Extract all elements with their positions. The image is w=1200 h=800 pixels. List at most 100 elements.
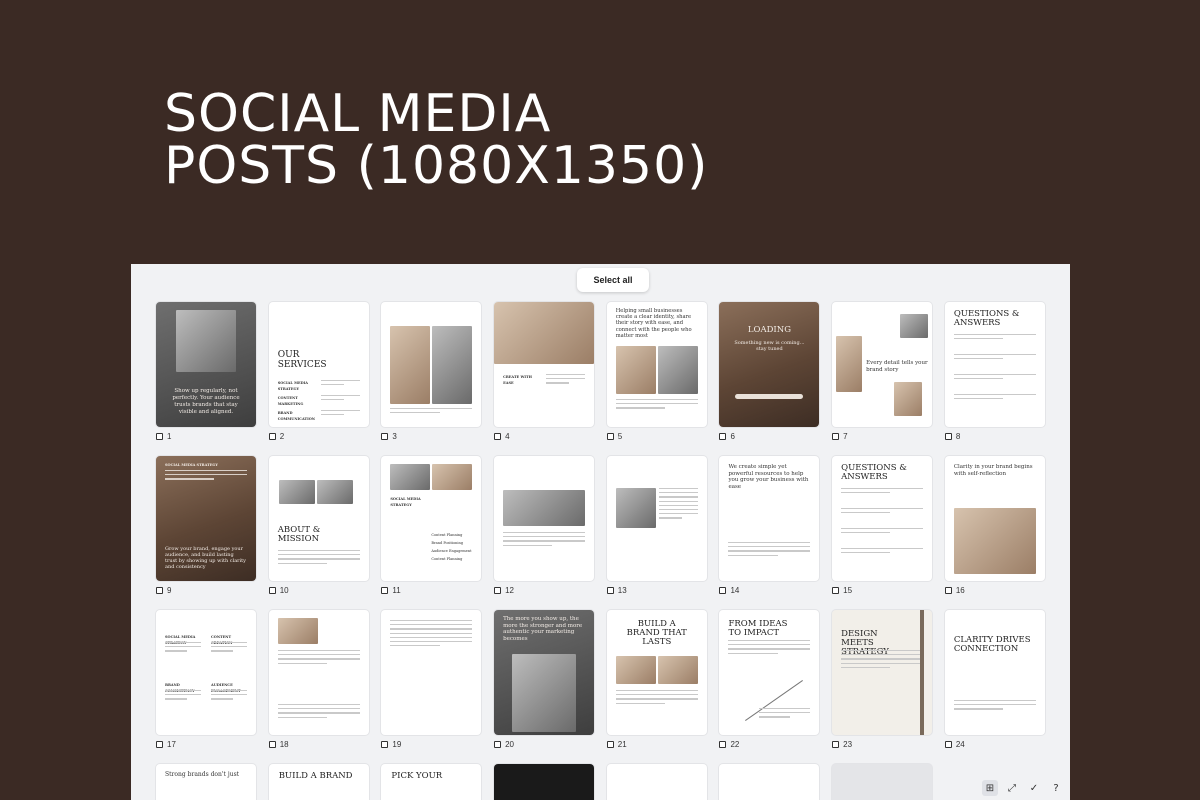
page-select-checkbox-icon[interactable]	[381, 741, 389, 748]
page-preview[interactable]: Helping small businesses create a clear …	[606, 302, 707, 427]
page-thumbnail[interactable]: DESIGN MEETS STRATEGY 23	[832, 610, 933, 764]
post-caption: CREATE WITH EASE	[503, 375, 532, 385]
page-preview[interactable]: DESIGN MEETS STRATEGY	[832, 610, 933, 735]
page-preview[interactable]: CLARITY DRIVES CONNECTION	[944, 610, 1045, 735]
expand-icon[interactable]: ⤢	[1004, 780, 1020, 796]
page-preview[interactable]: BUILD A BRAND THAT LASTS	[606, 610, 707, 735]
page-thumbnail[interactable]: We create simple yet powerful resources …	[719, 456, 820, 610]
page-preview-partial[interactable]: Strong brands don't just	[156, 764, 256, 800]
page-select-checkbox-icon[interactable]	[156, 587, 163, 594]
page-label: 12	[494, 586, 514, 595]
page-label: 17	[156, 740, 176, 749]
page-thumbnail[interactable]: SOCIAL MEDIA STRATEGY Content Planning Bra…	[381, 456, 482, 610]
page-select-checkbox-icon[interactable]	[494, 587, 502, 594]
page-select-checkbox-icon[interactable]	[719, 433, 727, 440]
page-thumbnail[interactable]: Clarity in your brand begins with self-r…	[944, 456, 1045, 610]
page-thumbnail[interactable]: OUR SERVICES SOCIAL MEDIA STRATEGY CONTENT…	[268, 302, 369, 456]
page-thumbnail[interactable]: 19	[381, 610, 482, 764]
text-lines	[320, 395, 360, 403]
page-preview-partial[interactable]: BUILD A BRAND	[268, 764, 369, 800]
page-select-checkbox-icon[interactable]	[268, 587, 276, 594]
page-preview[interactable]: ABOUT & MISSION	[268, 456, 369, 581]
page-select-checkbox-icon[interactable]	[156, 741, 163, 748]
page-select-checkbox-icon[interactable]	[944, 587, 952, 594]
page-thumbnail[interactable]: CREATE WITH EASE 4	[494, 302, 595, 456]
text-lines	[320, 380, 360, 388]
page-preview[interactable]: FROM IDEAS TO IMPACT	[719, 610, 820, 735]
post-title: OUR SERVICES	[277, 350, 327, 370]
post-title: BUILD A BRAND THAT LASTS	[626, 619, 687, 647]
page-thumbnail[interactable]: Helping small businesses create a clear …	[606, 302, 707, 456]
page-select-checkbox-icon[interactable]	[156, 433, 163, 440]
post-title: CLARITY DRIVES CONNECTION	[953, 635, 1031, 654]
page-thumbnail[interactable]: QUESTIONS & ANSWERS 8	[944, 302, 1045, 456]
page-select-checkbox-icon[interactable]	[606, 741, 614, 748]
page-thumbnail[interactable]: QUESTIONS & ANSWERS 15	[832, 456, 933, 610]
page-thumbnail[interactable]: SOCIAL MEDIA STRATEGY Grow your brand, en…	[156, 456, 256, 610]
page-preview-partial[interactable]: PICK YOUR	[381, 764, 482, 800]
page-preview[interactable]	[381, 302, 482, 427]
check-circle-icon[interactable]: ✓	[1026, 780, 1042, 796]
grid-view-icon[interactable]: ⊞	[982, 780, 998, 796]
page-preview[interactable]: QUESTIONS & ANSWERS	[832, 456, 933, 581]
page-preview[interactable]: Show up regularly, not perfectly. Your a…	[156, 302, 256, 427]
page-thumbnail[interactable]: 3	[381, 302, 482, 456]
page-preview[interactable]: SOCIAL MEDIA STRATEGYCONTENT CREATIONBRA…	[156, 610, 256, 735]
page-select-checkbox-icon[interactable]	[381, 433, 389, 440]
page-select-checkbox-icon[interactable]	[494, 741, 502, 748]
page-thumbnail[interactable]: Every detail tells your brand story 7	[832, 302, 933, 456]
page-select-checkbox-icon[interactable]	[268, 741, 276, 748]
page-preview[interactable]: OUR SERVICES SOCIAL MEDIA STRATEGY CONTENT…	[268, 302, 369, 427]
page-preview[interactable]: SOCIAL MEDIA STRATEGY Grow your brand, en…	[156, 456, 256, 581]
page-thumbnail[interactable]: CLARITY DRIVES CONNECTION 24	[944, 610, 1045, 764]
page-select-checkbox-icon[interactable]	[268, 433, 276, 440]
page-preview[interactable]	[268, 610, 369, 735]
page-select-checkbox-icon[interactable]	[944, 741, 952, 748]
page-thumbnail[interactable]: SOCIAL MEDIA STRATEGYCONTENT CREATIONBRA…	[156, 610, 256, 764]
page-preview[interactable]	[606, 456, 707, 581]
page-select-checkbox-icon[interactable]	[719, 741, 727, 748]
page-thumbnail[interactable]: Show up regularly, not perfectly. Your a…	[156, 302, 256, 456]
page-select-checkbox-icon[interactable]	[832, 433, 840, 440]
page-preview[interactable]: SOCIAL MEDIA STRATEGY Content Planning Bra…	[381, 456, 482, 581]
select-all-button[interactable]: Select all	[577, 268, 649, 292]
post-title: PICK YOUR	[391, 771, 443, 781]
page-select-checkbox-icon[interactable]	[944, 433, 952, 440]
page-select-checkbox-icon[interactable]	[606, 433, 614, 440]
page-preview-partial[interactable]	[832, 764, 933, 800]
page-select-checkbox-icon[interactable]	[719, 587, 727, 594]
page-select-checkbox-icon[interactable]	[832, 741, 840, 748]
text-lines	[211, 642, 247, 655]
help-icon[interactable]: ?	[1048, 780, 1064, 796]
page-preview[interactable]	[494, 456, 595, 581]
page-select-checkbox-icon[interactable]	[494, 433, 502, 440]
page-thumbnail[interactable]: BUILD A BRAND THAT LASTS 21	[606, 610, 707, 764]
page-thumbnail[interactable]: 12	[494, 456, 595, 610]
page-number: 9	[167, 586, 172, 595]
page-preview[interactable]: Clarity in your brand begins with self-r…	[944, 456, 1045, 581]
page-preview[interactable]: Every detail tells your brand story	[832, 302, 933, 427]
page-thumbnail[interactable]: ABOUT & MISSION 10	[268, 456, 369, 610]
template-pages-panel: Select all Show up regularly, not perfec…	[131, 264, 1070, 800]
page-preview-partial[interactable]	[494, 764, 595, 800]
page-preview[interactable]: The more you show up, the more the stron…	[494, 610, 595, 735]
page-select-checkbox-icon[interactable]	[606, 587, 614, 594]
page-preview[interactable]: CREATE WITH EASE	[494, 302, 595, 427]
page-preview[interactable]: QUESTIONS & ANSWERS	[944, 302, 1045, 427]
page-thumbnail[interactable]: The more you show up, the more the stron…	[494, 610, 595, 764]
post-title: LOADING	[747, 325, 792, 335]
page-select-checkbox-icon[interactable]	[832, 587, 840, 594]
page-thumbnail[interactable]: 18	[268, 610, 369, 764]
page-thumbnail[interactable]: 13	[606, 456, 707, 610]
text-lines	[277, 704, 360, 721]
page-preview[interactable]	[381, 610, 482, 735]
hero-title: SOCIAL MEDIA POSTS (1080X1350)	[164, 88, 708, 192]
page-preview-partial[interactable]	[719, 764, 820, 800]
page-preview[interactable]: We create simple yet powerful resources …	[719, 456, 820, 581]
page-thumbnail[interactable]: LOADING Something new is coming... stay t…	[719, 302, 820, 456]
page-preview-partial[interactable]	[606, 764, 707, 800]
page-preview[interactable]: LOADING Something new is coming... stay t…	[719, 302, 820, 427]
page-thumbnail[interactable]: FROM IDEAS TO IMPACT 22	[719, 610, 820, 764]
photo	[953, 508, 1036, 574]
page-select-checkbox-icon[interactable]	[381, 587, 389, 594]
